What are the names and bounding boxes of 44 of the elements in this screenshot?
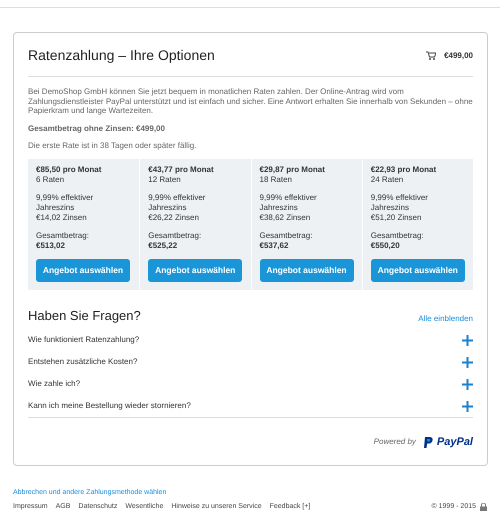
total-without-interest: Gesamtbetrag ohne Zinsen: €499,00 [28, 124, 166, 134]
paypal-brand: PayPal [436, 435, 473, 450]
page-title: Ratenzahlung – Ihre Optionen [28, 46, 215, 65]
powered-by-label: Powered by [374, 436, 416, 448]
faq-question[interactable]: Entstehen zusätzliche Kosten? [28, 356, 138, 368]
rate-count: 6 Raten [36, 174, 66, 185]
interest-rate: 9,99% effektiver Jahreszins [370, 192, 429, 213]
total-amount: €525,22 [148, 240, 178, 251]
total-label: Gesamtbetrag: [370, 230, 425, 241]
total-label: Gesamtbetrag: [36, 230, 90, 241]
expand-icon[interactable] [462, 378, 473, 390]
total-label: Gesamtbetrag: [148, 230, 202, 241]
rate-count: 24 Raten [370, 174, 404, 185]
monthly-rate: €22,93 pro Monat [370, 164, 438, 175]
first-rate-note: Die erste Rate ist in 38 Tagen oder später fällig. [28, 141, 198, 151]
total-label: Gesamtbetrag: [260, 230, 314, 241]
total-amount: €537,62 [260, 240, 290, 251]
monthly-rate: €29,87 pro Monat [260, 164, 326, 175]
show-all-link[interactable]: Alle einblenden [418, 313, 473, 326]
cart-total: €499,00 [444, 50, 473, 62]
cart-icon [426, 51, 436, 60]
faq-question[interactable]: Kann ich meine Bestellung wieder stornieren? [28, 400, 191, 412]
monthly-rate: €85,50 pro Monat [36, 164, 102, 175]
expand-icon[interactable] [462, 334, 473, 346]
faq-title: Haben Sie Fragen? [28, 306, 141, 325]
total-amount: €550,20 [370, 240, 401, 251]
interest-amount: €14,02 Zinsen [36, 212, 88, 223]
paypal-icon [424, 436, 433, 448]
rate-count: 18 Raten [260, 174, 293, 185]
interest-rate: 9,99% effektiver Jahreszins [36, 192, 94, 213]
interest-amount: €26,22 Zinsen [148, 212, 200, 223]
expand-icon[interactable] [462, 356, 473, 368]
total-amount: €513,02 [36, 240, 66, 251]
monthly-rate: €43,77 pro Monat [148, 164, 215, 175]
interest-rate: 9,99% effektiver Jahreszins [260, 192, 318, 213]
expand-icon[interactable] [462, 400, 473, 412]
intro-text: Bei DemoShop GmbH können Sie jetzt bequem in monatlichen Raten zahlen. Der Online-Antrag wird vom Zahlungsdienstleister PayPal unterstützt und ist einfach und sicher. Eine Antwort erhalten Sie innerhalb von Sekunden – ohne Papierkram und lange Wartezeiten. [28, 87, 473, 116]
faq-question[interactable]: Wie zahle ich? [28, 378, 80, 390]
faq-question[interactable]: Wie funktioniert Ratenzahlung? [28, 334, 140, 346]
lock-icon [480, 503, 487, 512]
interest-rate: 9,99% effektiver Jahreszins [148, 192, 206, 213]
interest-amount: €38,62 Zinsen [260, 212, 312, 223]
rate-count: 12 Raten [148, 174, 182, 185]
interest-amount: €51,20 Zinsen [370, 212, 422, 223]
